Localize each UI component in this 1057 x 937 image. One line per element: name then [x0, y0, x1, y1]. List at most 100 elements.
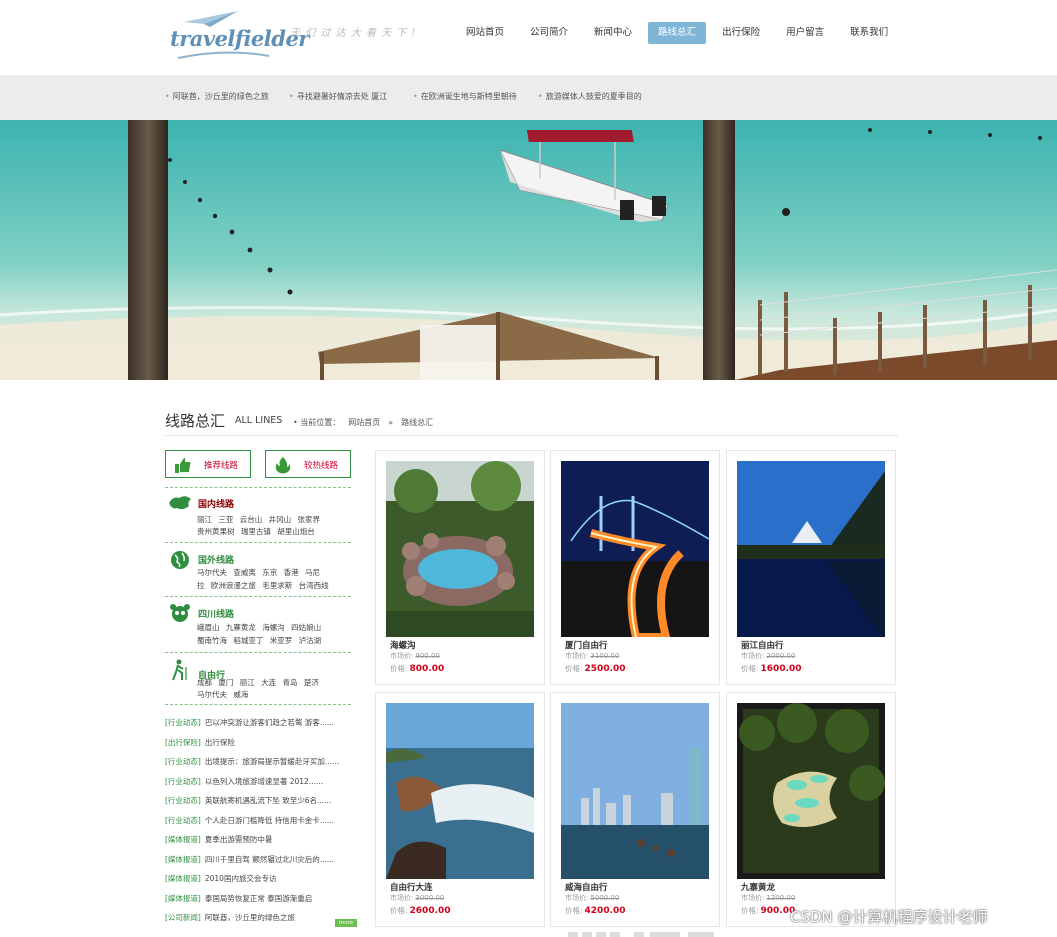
price-value: 2600.00 [409, 906, 451, 916]
price-value: 4200.00 [584, 906, 626, 916]
category-title[interactable]: 国内线路 [198, 497, 234, 510]
category-links[interactable]: 贵州黄果树 瑞里古镇 胡里山炮台 [197, 526, 315, 537]
list-item[interactable]: [公司新闻] 阿联酋，沙丘里的绿色之旅 [165, 908, 355, 928]
more-button[interactable]: more [335, 919, 357, 927]
market-price-value: 5000.00 [590, 894, 620, 902]
market-price: 市场价: 900.00 [390, 651, 440, 661]
product-card[interactable]: 丽江自由行 市场价: 2000.00 价格: 1600.00 [726, 450, 896, 685]
product-image[interactable] [737, 703, 885, 879]
category-links[interactable]: 马尔代夫 威海 [197, 689, 248, 700]
product-card[interactable]: 威海自由行 市场价: 5000.00 价格: 4200.00 [550, 692, 720, 927]
news-tag: [公司新闻] [165, 913, 201, 922]
nav-item-home[interactable]: 网站首页 [456, 22, 514, 44]
news-title[interactable]: 巴以冲突游让游客们趋之若鹜 游客...... [205, 718, 334, 727]
divider [165, 487, 351, 488]
news-title[interactable]: 四川千里自驾 颤然辗过北川灾后的...... [205, 855, 334, 864]
nav-item-insurance[interactable]: 出行保险 [712, 22, 770, 44]
news-title[interactable]: 夏季出游需预防中暑 [205, 835, 273, 844]
category-links[interactable]: 成都 厦门 丽江 大连 青岛 楚济 [197, 677, 319, 688]
pagination[interactable] [568, 932, 718, 937]
news-list: [行业动态] 巴以冲突游让游客们趋之若鹜 游客...... [出行保险] 出行保险 … [165, 713, 355, 928]
category-title[interactable]: 国外线路 [198, 553, 234, 566]
news-tag: [行业动态] [165, 776, 201, 786]
news-title[interactable]: 英联航寄机遇乱流下坠 致至少6名...... [205, 796, 331, 805]
category-title[interactable]: 四川线路 [198, 607, 234, 620]
list-item[interactable]: [行业动态] 以色列入境旅游增速显著 2012...... [165, 772, 355, 792]
news-title[interactable]: 泰国局势恢复正常 泰国游渐重启 [205, 894, 312, 903]
news-title[interactable]: 出行保险 [205, 738, 235, 747]
category-links[interactable]: 蜀南竹海 稻城亚丁 米亚罗 泸沽湖 [197, 635, 321, 646]
site-header: travelfielder 天 们 过 达 大 看 天 下 ! 网站首页 公司简… [0, 0, 1057, 75]
product-image[interactable] [561, 703, 709, 879]
beach-scene-image [0, 120, 1057, 380]
nav-item-lines[interactable]: 路线总汇 [648, 22, 707, 44]
product-card[interactable]: 九寨黄龙 市场价: 1200.00 价格: 900.00 [726, 692, 896, 927]
category-links[interactable]: 马尔代夫 查威夷 东京 香港 马尼 [197, 567, 320, 578]
sale-price: 价格: 800.00 [390, 663, 444, 674]
hot-lines-button[interactable]: 较热线路 [265, 450, 351, 478]
product-name[interactable]: 威海自由行 [565, 881, 608, 893]
rocky-coast-image [386, 703, 534, 879]
product-name[interactable]: 海螺沟 [390, 639, 416, 651]
breadcrumb: • 当前位置： 网站首页 » 路线总汇 [293, 417, 441, 428]
section-subtitle: ALL LINES [235, 415, 283, 426]
button-label: 推荐线路 [204, 461, 239, 471]
logo-swoosh [177, 51, 270, 59]
news-title[interactable]: 阿联酋，沙丘里的绿色之旅 [205, 913, 295, 922]
recommended-lines-button[interactable]: 推荐线路 [165, 450, 251, 478]
ticker-link[interactable]: 寻找避暑好情凉去处 厦江 [289, 91, 388, 102]
list-item[interactable]: [媒体报道] 2010国内旅交会专访 [165, 869, 355, 889]
thumbs-up-icon [175, 458, 191, 473]
news-title[interactable]: 2010国内旅交会专访 [205, 874, 277, 883]
product-image[interactable] [561, 461, 709, 637]
category-links[interactable]: 峨眉山 九寨黄龙 海螺沟 四姑娘山 [197, 622, 321, 633]
panda-icon [170, 604, 190, 622]
nav-item-news[interactable]: 新闻中心 [584, 22, 642, 44]
list-item[interactable]: [媒体报道] 夏季出游需预防中暑 [165, 830, 355, 850]
list-item[interactable]: [出行保险] 出行保险 [165, 733, 355, 753]
list-item[interactable]: [行业动态] 巴以冲突游让游客们趋之若鹜 游客...... [165, 713, 355, 733]
market-price: 市场价: 5000.00 [565, 893, 619, 903]
list-item[interactable]: [行业动态] 个人赴日游门槛降低 持信用卡金卡...... [165, 811, 355, 831]
nav-item-guestbook[interactable]: 用户留言 [776, 22, 834, 44]
product-name[interactable]: 厦门自由行 [565, 639, 608, 651]
ticker-link[interactable]: 阿联酋，沙丘里的绿色之旅 [165, 91, 269, 102]
list-item[interactable]: [行业动态] 英联航寄机遇乱流下坠 致至少6名...... [165, 791, 355, 811]
ticker-link[interactable]: 在欧洲诞生地与斯特里朝待 [413, 91, 517, 102]
news-title[interactable]: 个人赴日游门槛降低 持信用卡金卡...... [205, 816, 334, 825]
product-card[interactable]: 自由行大连 市场价: 3000.00 价格: 2600.00 [375, 692, 545, 927]
news-tag: [出行保险] [165, 737, 201, 747]
category-free-travel: 自由行 成都 厦门 丽江 大连 青岛 楚济 马尔代夫 威海 [165, 655, 351, 705]
product-image[interactable] [386, 703, 534, 879]
news-title[interactable]: 出境提示：旅游局提示暂缓赴牙买加...... [205, 757, 339, 766]
list-item[interactable]: [媒体报道] 泰国局势恢复正常 泰国游渐重启 [165, 889, 355, 909]
category-domestic: 国内线路 丽江 三亚 云台山 井冈山 张家界 贵州黄果树 瑞里古镇 胡里山炮台 [165, 489, 351, 543]
list-item[interactable]: [媒体报道] 四川千里自驾 颤然辗过北川灾后的...... [165, 850, 355, 870]
site-logo[interactable]: travelfielder [170, 10, 309, 62]
product-image[interactable] [386, 461, 534, 637]
category-links[interactable]: 丽江 三亚 云台山 井冈山 张家界 [197, 514, 320, 525]
nav-item-about[interactable]: 公司简介 [520, 22, 578, 44]
ticker-link[interactable]: 旅游媒体人鼓爱的夏季目的 [538, 91, 642, 102]
list-item[interactable]: [行业动态] 出境提示：旅游局提示暂缓赴牙买加...... [165, 752, 355, 772]
market-price-label: 市场价: [741, 894, 765, 902]
sale-price: 价格: 2600.00 [390, 905, 451, 916]
news-tag: [媒体报道] [165, 854, 201, 864]
nav-item-contact[interactable]: 联系我们 [840, 22, 898, 44]
market-price-label: 市场价: [390, 652, 414, 660]
product-name[interactable]: 自由行大连 [390, 881, 433, 893]
market-price: 市场价: 2000.00 [741, 651, 795, 661]
product-image[interactable] [737, 461, 885, 637]
bridge-night-image [561, 461, 709, 637]
category-links[interactable]: 拉 欧洲浪漫之旅 毛里求斯 台湾西线 [197, 580, 329, 591]
news-tag: [行业动态] [165, 796, 201, 805]
breadcrumb-home-link[interactable]: 网站首页 [348, 418, 380, 427]
product-card[interactable]: 海螺沟 市场价: 900.00 价格: 800.00 [375, 450, 545, 685]
news-title[interactable]: 以色列入境旅游增速显著 2012...... [205, 777, 323, 786]
section-title: 线路总汇 [165, 412, 226, 430]
globe-icon [171, 551, 189, 569]
sale-price: 价格: 4200.00 [565, 905, 626, 916]
product-name[interactable]: 九寨黄龙 [741, 881, 775, 893]
product-card[interactable]: 厦门自由行 市场价: 3100.00 价格: 2500.00 [550, 450, 720, 685]
product-name[interactable]: 丽江自由行 [741, 639, 784, 651]
